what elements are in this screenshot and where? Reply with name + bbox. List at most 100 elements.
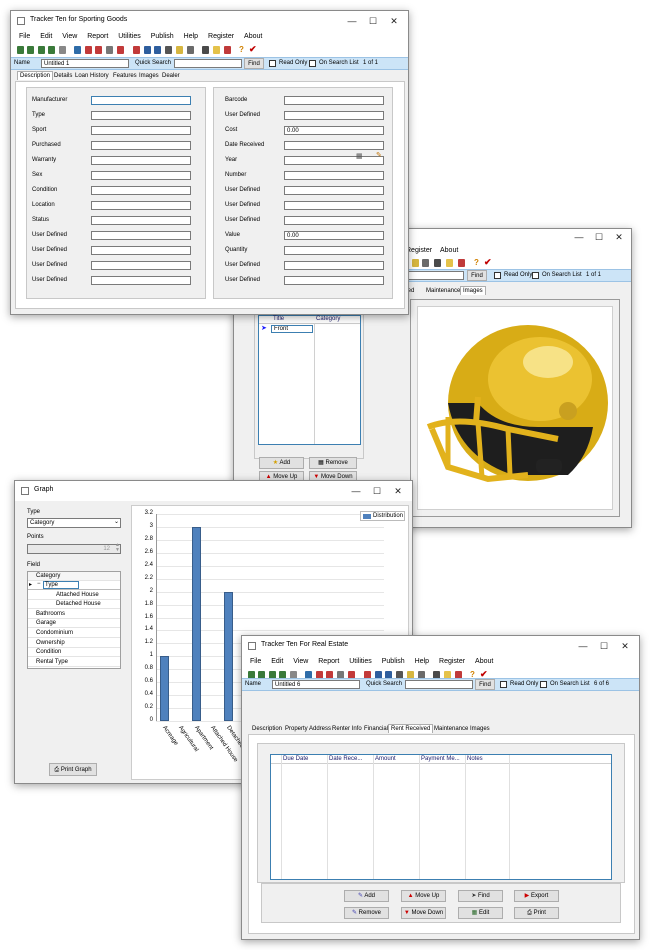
printer-icon[interactable] xyxy=(422,259,429,267)
filter-icon[interactable] xyxy=(59,46,66,54)
image-list-row[interactable]: Front xyxy=(271,325,313,333)
tab-description[interactable]: Description xyxy=(250,725,284,733)
field-tree-row[interactable]: Attached House xyxy=(28,590,120,600)
copy-icon[interactable] xyxy=(165,46,172,54)
menu-utilities[interactable]: Utilities xyxy=(110,31,141,40)
previous-record-icon[interactable] xyxy=(27,46,34,54)
right-field-input[interactable]: 0.00 xyxy=(284,126,384,135)
menu-file[interactable]: File xyxy=(11,31,30,40)
right-field-input[interactable] xyxy=(284,156,384,165)
print-button[interactable]: ⎙ Print xyxy=(514,907,559,919)
minimize-icon[interactable]: — xyxy=(577,640,589,652)
maximize-icon[interactable]: ☐ xyxy=(598,640,610,652)
right-field-input[interactable] xyxy=(284,216,384,225)
find-button[interactable]: Find xyxy=(244,58,264,69)
maximize-icon[interactable]: ☐ xyxy=(593,231,605,243)
tab-financial[interactable]: Financial xyxy=(362,725,390,733)
tab-images[interactable]: Images xyxy=(137,72,161,80)
tab-maintenance[interactable]: Maintenance xyxy=(424,287,462,295)
right-field-input[interactable]: 0.00 xyxy=(284,231,384,240)
menu-publish[interactable]: Publish xyxy=(143,31,174,40)
last-record-icon[interactable] xyxy=(48,46,55,54)
menu-publish[interactable]: Publish xyxy=(374,656,405,665)
col-notes[interactable]: Notes xyxy=(467,756,483,762)
menu-register[interactable]: Register xyxy=(406,245,432,254)
right-field-input[interactable] xyxy=(284,186,384,195)
quick-search-input[interactable] xyxy=(405,680,473,689)
col-due-date[interactable]: Due Date xyxy=(283,756,308,762)
minimize-icon[interactable]: — xyxy=(346,15,358,27)
maximize-icon[interactable]: ☐ xyxy=(371,485,383,497)
image-list[interactable]: Title Category ➤ Front xyxy=(258,315,361,445)
menu-file[interactable]: File xyxy=(242,656,261,665)
read-only-checkbox[interactable] xyxy=(500,681,507,688)
tab-maintenance[interactable]: Maintenance xyxy=(432,725,470,733)
right-field-input[interactable] xyxy=(284,141,384,150)
field-tree-row[interactable]: Ownership xyxy=(28,638,120,648)
right-field-input[interactable] xyxy=(284,171,384,180)
menu-about[interactable]: About xyxy=(236,31,262,40)
export-icon[interactable] xyxy=(458,259,465,267)
left-field-input[interactable] xyxy=(91,276,191,285)
right-field-input[interactable] xyxy=(284,201,384,210)
printer-icon[interactable] xyxy=(187,46,194,54)
spinner-icon[interactable]: ▲ ▼ xyxy=(115,543,120,553)
field-tree[interactable]: Category ▸ − Type Attached House Detached Ho… xyxy=(27,571,121,669)
search-icon[interactable] xyxy=(74,46,81,54)
read-only-checkbox[interactable] xyxy=(494,272,501,279)
read-only-checkbox[interactable] xyxy=(269,60,276,67)
table-icon[interactable] xyxy=(144,46,151,54)
col-payment-method[interactable]: Payment Me... xyxy=(421,756,460,762)
on-search-list-checkbox[interactable] xyxy=(540,681,547,688)
tab-loan-history[interactable]: Loan History xyxy=(73,72,111,80)
add-record-icon[interactable] xyxy=(85,46,92,54)
on-search-list-checkbox[interactable] xyxy=(532,272,539,279)
left-field-input[interactable] xyxy=(91,261,191,270)
field-tree-row[interactable]: Detached House xyxy=(28,600,120,610)
tab-description[interactable]: Description xyxy=(17,71,54,80)
menu-view[interactable]: View xyxy=(285,656,308,665)
right-field-input[interactable] xyxy=(284,96,384,105)
add-image-button[interactable]: ★ Add xyxy=(259,457,304,469)
field-tree-row[interactable]: Condominium xyxy=(28,629,120,638)
left-field-input[interactable] xyxy=(91,171,191,180)
menu-help[interactable]: Help xyxy=(176,31,198,40)
col-amount[interactable]: Amount xyxy=(375,756,396,762)
left-field-input[interactable] xyxy=(91,126,191,135)
type-select[interactable]: Category xyxy=(27,518,121,528)
name-input[interactable]: Untitled 1 xyxy=(41,59,129,68)
quick-search-input[interactable] xyxy=(404,271,464,280)
menu-about[interactable]: About xyxy=(440,245,458,254)
delete-record-icon[interactable] xyxy=(95,46,102,54)
left-field-input[interactable] xyxy=(91,216,191,225)
image-icon[interactable] xyxy=(176,46,183,54)
export-button[interactable]: ▶ Export xyxy=(514,890,559,902)
gear-icon[interactable] xyxy=(434,259,441,267)
remove-button[interactable]: ✎ Remove xyxy=(344,907,389,919)
close-icon[interactable]: ✕ xyxy=(613,231,625,243)
image-list-header-title[interactable]: Title xyxy=(273,316,284,322)
field-tree-row[interactable]: Condition xyxy=(28,648,120,658)
menu-view[interactable]: View xyxy=(54,31,77,40)
next-record-icon[interactable] xyxy=(38,46,45,54)
list-icon[interactable] xyxy=(154,46,161,54)
tab-dealer[interactable]: Dealer xyxy=(160,72,182,80)
left-field-input[interactable] xyxy=(91,111,191,120)
right-field-input[interactable] xyxy=(284,111,384,120)
folder-icon[interactable] xyxy=(446,259,453,267)
left-field-input[interactable] xyxy=(91,96,191,105)
right-field-input[interactable] xyxy=(284,246,384,255)
tab-images[interactable]: Images xyxy=(460,286,486,295)
print-graph-button[interactable]: ⎙ Print Graph xyxy=(49,763,97,776)
menu-about[interactable]: About xyxy=(467,656,493,665)
find-button[interactable]: Find xyxy=(467,270,487,281)
grid-icon[interactable] xyxy=(117,46,124,54)
right-field-input[interactable] xyxy=(284,276,384,285)
menu-register[interactable]: Register xyxy=(200,31,234,40)
chevron-down-icon[interactable]: ⌄ xyxy=(114,518,119,525)
find-record-button[interactable]: ➤ Find xyxy=(458,890,503,902)
left-field-input[interactable] xyxy=(91,201,191,210)
tab-rent-received[interactable]: Rent Received xyxy=(388,724,434,733)
field-tree-row[interactable]: ▸ − Type xyxy=(28,581,120,590)
right-field-input[interactable] xyxy=(284,261,384,270)
